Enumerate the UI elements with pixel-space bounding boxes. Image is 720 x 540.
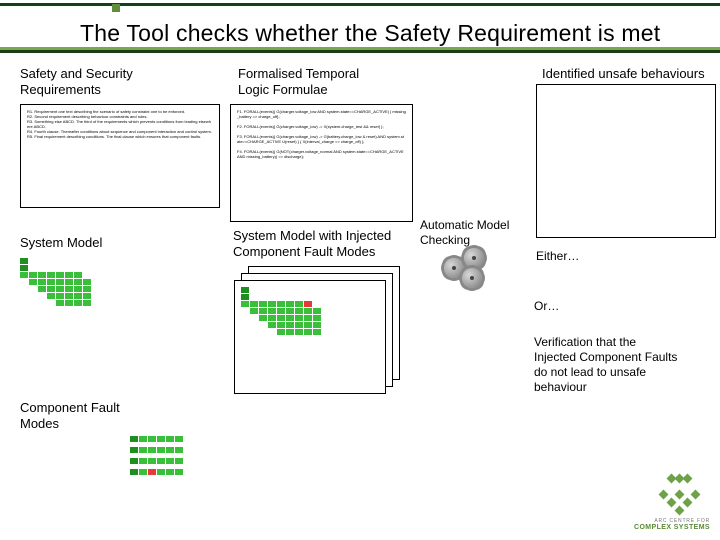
label-system-model: System Model — [20, 235, 102, 251]
label-safety-security: Safety and Security Requirements — [20, 66, 133, 99]
label-or: Or… — [534, 299, 559, 314]
system-model-graphic — [20, 258, 91, 307]
logo-complex-systems: ARC CENTRE FOR COMPLEX SYSTEMS — [610, 475, 710, 532]
label-verification: Verification that the Injected Component… — [534, 335, 704, 395]
panel-injected-stack — [234, 266, 398, 392]
panel-safety-reqs: R1. Requirement one text describing the … — [20, 104, 220, 208]
logo-line2: COMPLEX SYSTEMS — [610, 524, 710, 532]
page-title: The Tool checks whether the Safety Requi… — [80, 20, 660, 47]
gears-icon — [440, 248, 500, 292]
label-injected: System Model with Injected Component Fau… — [233, 228, 391, 261]
label-either: Either… — [536, 249, 579, 264]
panel-formulae: F1. FORALL(events){ G(charger.voltage_lo… — [230, 104, 413, 222]
label-automatic-checking: Automatic Model Checking — [420, 218, 509, 248]
header-accent-square — [112, 4, 120, 12]
label-formalised: Formalised Temporal Logic Formulae — [238, 66, 359, 99]
header-rule-top — [0, 3, 720, 6]
component-fault-modes-graphic — [130, 436, 183, 476]
label-identified: Identified unsafe behaviours — [542, 66, 705, 82]
panel-unsafe-behaviours — [536, 84, 716, 238]
label-component-fault-modes: Component Fault Modes — [20, 400, 120, 433]
header-rule-bottom-dark — [0, 50, 720, 53]
reqs-filler-text: R1. Requirement one text describing the … — [21, 105, 219, 143]
ltl-filler-text: F1. FORALL(events){ G(charger.voltage_lo… — [231, 105, 412, 163]
